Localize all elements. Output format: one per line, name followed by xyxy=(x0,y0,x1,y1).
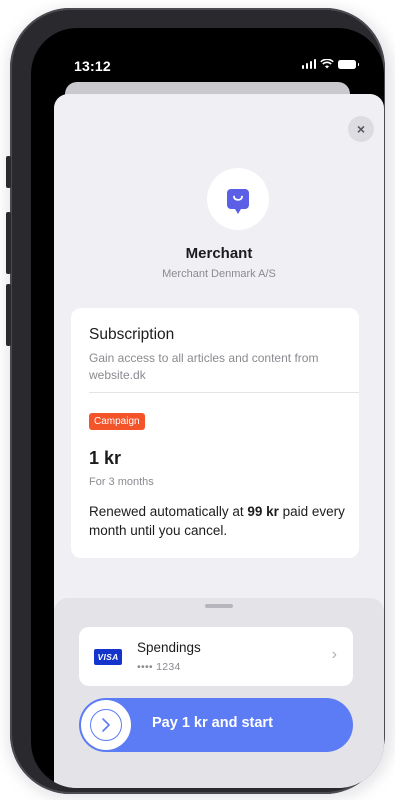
divider xyxy=(89,392,359,393)
volume-down-button xyxy=(6,284,11,346)
battery-icon xyxy=(338,59,359,69)
renewal-terms: Renewed automatically at 99 kr paid ever… xyxy=(89,502,351,540)
phone-frame: 13:12 × Merchant Merchant Denmark A/S Su… xyxy=(6,8,385,794)
subscription-card: Subscription Gain access to all articles… xyxy=(71,308,359,558)
renewal-amount: 99 kr xyxy=(247,504,279,519)
status-time: 13:12 xyxy=(74,58,111,74)
grabber-handle[interactable] xyxy=(205,604,233,608)
subscription-title: Subscription xyxy=(89,326,175,343)
merchant-legal-name: Merchant Denmark A/S xyxy=(162,268,276,280)
price: 1 kr xyxy=(89,448,122,468)
status-icons xyxy=(301,59,359,69)
subscription-sheet: × Merchant Merchant Denmark A/S Subscrip… xyxy=(54,94,384,788)
payment-method-selector[interactable]: VISA Spendings •••• 1234 › xyxy=(79,627,353,686)
pay-and-start-slider[interactable]: Pay 1 kr and start xyxy=(79,698,353,752)
renewal-prefix: Renewed automatically at xyxy=(89,504,248,519)
mute-switch xyxy=(6,156,11,188)
shopping-bag-icon xyxy=(227,189,249,214)
price-period: For 3 months xyxy=(89,476,154,488)
signal-icon xyxy=(301,59,316,69)
campaign-badge: Campaign xyxy=(89,413,145,430)
close-button[interactable]: × xyxy=(348,116,374,142)
merchant-name: Merchant xyxy=(185,245,253,262)
visa-card-icon: VISA xyxy=(94,649,122,665)
subscription-description: Gain access to all articles and content … xyxy=(89,351,319,382)
pay-button-label: Pay 1 kr and start xyxy=(152,715,273,731)
status-bar: 13:12 xyxy=(31,28,384,82)
slider-knob[interactable] xyxy=(81,700,131,750)
volume-up-button xyxy=(6,212,11,274)
merchant-logo xyxy=(207,168,269,230)
chevron-right-icon xyxy=(90,709,122,741)
card-name: Spendings xyxy=(137,640,201,655)
chevron-right-icon: › xyxy=(331,646,337,663)
wifi-icon xyxy=(320,59,334,69)
screen: 13:12 × Merchant Merchant Denmark A/S Su… xyxy=(31,28,384,788)
card-number: •••• 1234 xyxy=(137,661,181,673)
payment-panel: VISA Spendings •••• 1234 › Pay 1 kr and … xyxy=(54,598,384,788)
